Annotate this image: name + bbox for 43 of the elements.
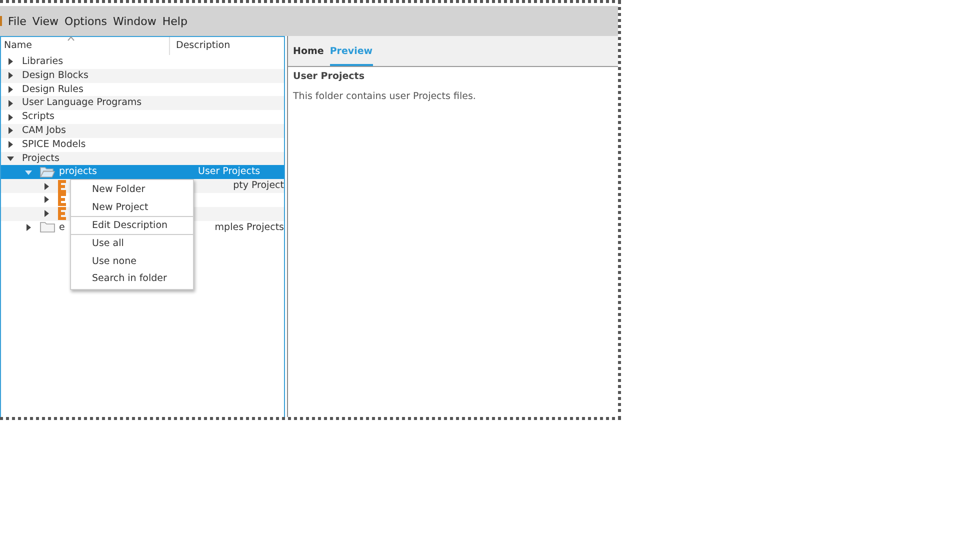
context-menu-item[interactable]: Use none: [71, 252, 193, 270]
expand-arrow-icon[interactable]: [7, 58, 14, 66]
tree-item-description: User Projects: [198, 166, 260, 178]
menu-item[interactable]: Options: [64, 14, 107, 28]
menu-item[interactable]: File: [8, 14, 26, 28]
menu-item[interactable]: View: [32, 14, 59, 28]
tree-item-label: Scripts: [22, 110, 55, 124]
tree-item-label: projects: [59, 165, 97, 180]
tree-item-label: Libraries: [22, 55, 64, 69]
expand-arrow-icon[interactable]: [7, 72, 14, 80]
expand-arrow-icon[interactable]: [7, 86, 14, 93]
column-header[interactable]: Name: [1, 37, 170, 55]
expand-arrow-icon[interactable]: [7, 114, 14, 121]
expand-arrow-icon[interactable]: [43, 196, 50, 204]
expand-arrow-icon[interactable]: [7, 154, 14, 162]
context-menu-item[interactable]: New Project: [71, 198, 193, 216]
expand-arrow-icon[interactable]: [7, 141, 14, 148]
tree-item-description: pty Project: [233, 180, 284, 192]
tree-item-label: e: [59, 220, 65, 234]
tree-item-label: Projects: [22, 152, 60, 166]
context-menu-item[interactable]: New Folder: [71, 181, 193, 199]
expand-arrow-icon[interactable]: [7, 100, 14, 107]
tree-item-label: Design Rules: [22, 82, 84, 96]
expand-arrow-icon[interactable]: [43, 182, 50, 190]
context-menu-item[interactable]: Edit Description: [71, 216, 193, 234]
tree-item-label: CAM Jobs: [22, 124, 66, 138]
column-header[interactable]: Description: [170, 37, 230, 55]
preview-title: User Projects: [293, 71, 366, 82]
context-menu-item[interactable]: Search in folder: [71, 270, 193, 288]
expand-arrow-icon[interactable]: [7, 127, 14, 134]
menu-item[interactable]: Help: [162, 14, 188, 28]
tree-item-description: mples Projects: [214, 222, 284, 233]
tree-item-label: SPICE Models: [22, 138, 86, 152]
folder-icon: [40, 166, 55, 178]
context-menu-item[interactable]: Use all: [71, 235, 193, 253]
sort-icon: [67, 36, 75, 41]
preview-text: This folder contains user Projects files.: [293, 91, 477, 102]
tree-item-label: Design Blocks: [22, 68, 88, 83]
expand-arrow-icon[interactable]: [25, 224, 32, 231]
tab[interactable]: Home: [293, 46, 324, 66]
menu-item[interactable]: Window: [112, 14, 156, 28]
expand-arrow-icon[interactable]: [43, 210, 50, 218]
tree-item-label: User Language Programs: [22, 96, 142, 110]
